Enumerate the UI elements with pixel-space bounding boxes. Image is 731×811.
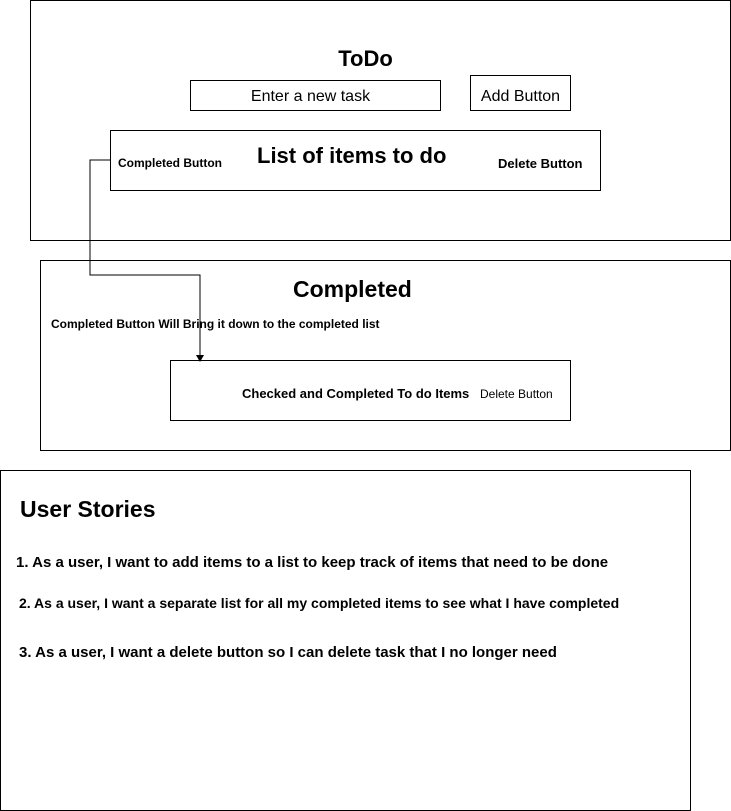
user-story-item: 2. As a user, I want a separate list for… <box>19 595 620 611</box>
user-stories-title: User Stories <box>20 496 156 522</box>
user-story-item: 3. As a user, I want a delete button so … <box>19 644 557 661</box>
arrow-head <box>196 355 204 362</box>
user-story-item: 1. As a user, I want to add items to a l… <box>16 554 609 571</box>
connector-line <box>89 159 201 356</box>
